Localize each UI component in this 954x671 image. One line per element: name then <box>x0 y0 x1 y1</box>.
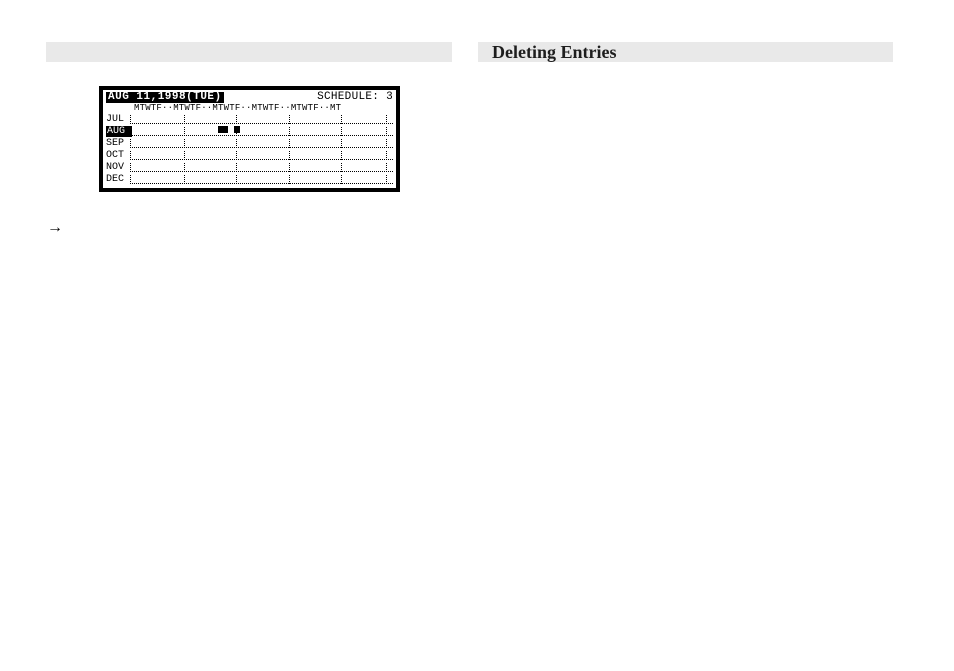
lcd-month-label: SEP <box>106 138 132 149</box>
lcd-schedule: SCHEDULE: 3 <box>317 92 393 103</box>
lcd-busy-mark <box>234 126 240 133</box>
lcd-month-label: AUG <box>106 126 132 137</box>
lcd-screenshot: AUG 11,1998(TUE) SCHEDULE: 3 MTWTF··MTWT… <box>99 86 400 192</box>
left-heading-bar <box>46 42 452 62</box>
lcd-date: AUG 11,1998(TUE) <box>106 92 224 103</box>
lcd-month-grid <box>132 162 393 172</box>
lcd-month-row: NOV <box>106 161 393 173</box>
lcd-month-row: OCT <box>106 149 393 161</box>
lcd-month-row: AUG <box>106 125 393 137</box>
lcd-month-grid <box>132 126 393 136</box>
arrow-icon: → <box>47 219 63 237</box>
lcd-month-row: DEC <box>106 173 393 185</box>
lcd-month-grid <box>132 174 393 184</box>
lcd-month-row: SEP <box>106 137 393 149</box>
lcd-busy-mark <box>218 126 228 133</box>
lcd-month-grid <box>132 138 393 148</box>
lcd-month-grid <box>132 114 393 124</box>
lcd-month-label: DEC <box>106 174 132 185</box>
lcd-month-row: JUL <box>106 113 393 125</box>
lcd-week-header: MTWTF··MTWTF··MTWTF··MTWTF··MTWTF··MT <box>106 103 393 113</box>
lcd-month-label: JUL <box>106 114 132 125</box>
heading-deleting-entries: Deleting Entries <box>478 42 893 62</box>
lcd-month-label: NOV <box>106 162 132 173</box>
lcd-month-grid <box>132 150 393 160</box>
lcd-month-label: OCT <box>106 150 132 161</box>
